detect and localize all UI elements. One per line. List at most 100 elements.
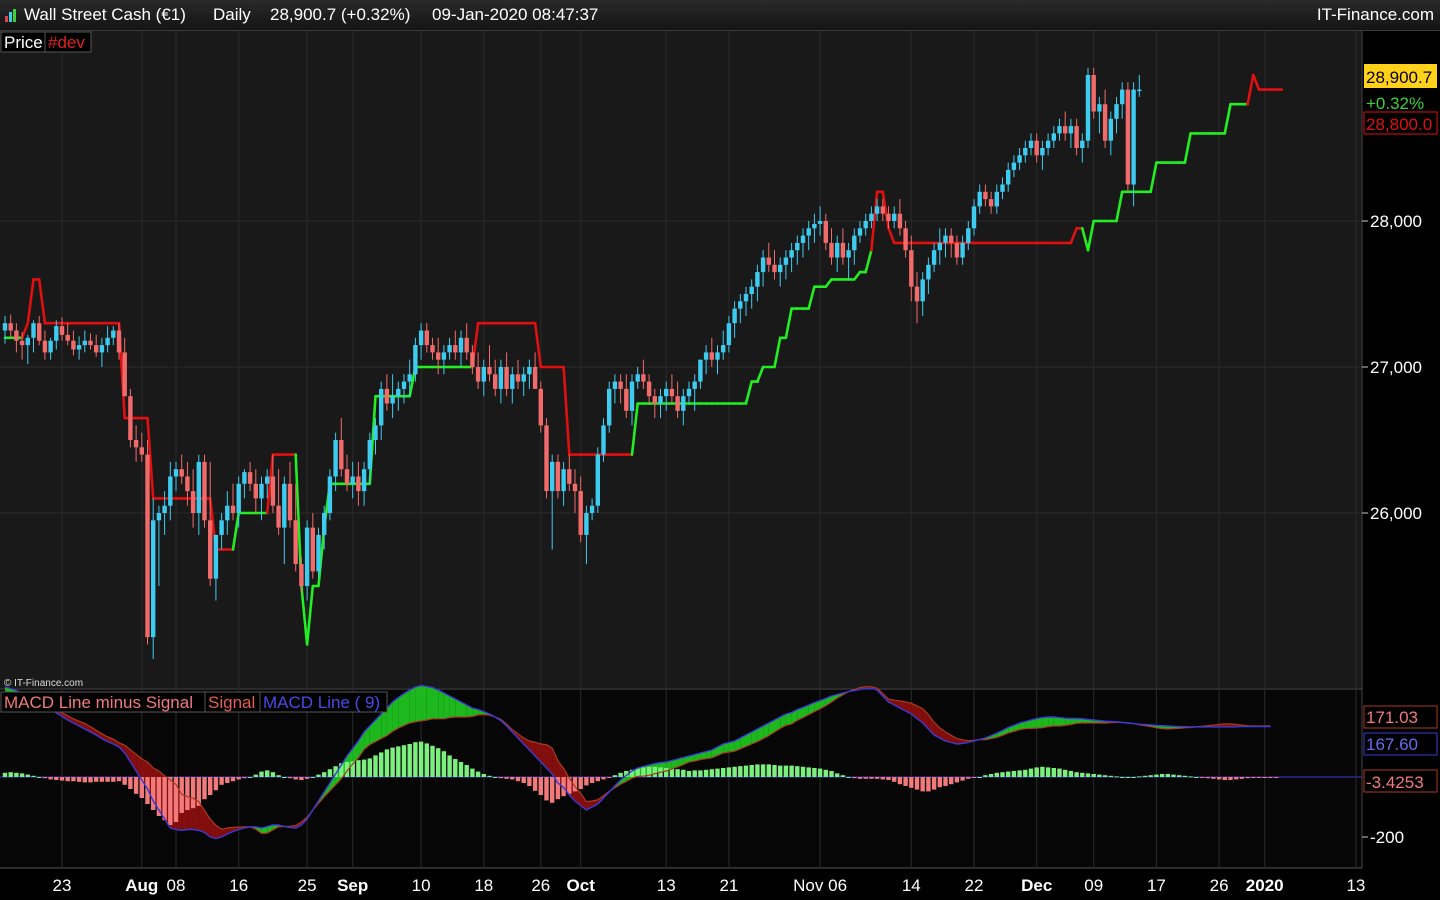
histogram-bar <box>909 777 914 788</box>
legend-price: Price <box>4 33 43 52</box>
histogram-bar <box>247 777 253 778</box>
candle-body <box>738 301 743 309</box>
price-legend: Price #dev <box>0 31 92 53</box>
histogram-bar <box>943 777 948 786</box>
histogram-bar <box>270 772 276 777</box>
candle-body <box>133 440 139 448</box>
histogram-bar <box>1268 777 1273 778</box>
histogram-bar <box>1114 776 1119 778</box>
histogram-bar <box>892 777 897 782</box>
candle-body <box>527 367 532 375</box>
candle-body <box>401 381 407 389</box>
candle-body <box>1057 126 1062 134</box>
histogram-bar <box>65 777 70 782</box>
histogram-bar <box>441 751 447 777</box>
candle-body <box>812 223 817 229</box>
last-price-badge-text: 28,900.7 <box>1366 68 1432 87</box>
histogram-bar <box>988 774 994 777</box>
histogram-bar <box>293 777 298 780</box>
x-tick-label: 22 <box>965 876 984 895</box>
histogram-bar <box>886 777 891 780</box>
histogram-bar <box>1011 771 1017 777</box>
candle-body <box>550 461 555 492</box>
candle-body <box>612 381 618 389</box>
candle-body <box>1040 148 1045 156</box>
candle-body <box>441 352 447 360</box>
histogram-bar <box>926 777 931 792</box>
histogram-bar <box>327 769 333 777</box>
candle-body <box>156 513 162 521</box>
candle-body <box>664 388 669 397</box>
histogram-bar <box>977 777 982 778</box>
histogram-bar <box>698 770 703 777</box>
candle-body <box>561 469 566 492</box>
candle-body <box>635 374 640 382</box>
macd-cloud-segment <box>443 693 450 719</box>
x-tick-label: 14 <box>902 876 921 895</box>
candle-body <box>658 396 663 404</box>
histogram-bar <box>738 766 743 777</box>
candle-body <box>652 396 657 404</box>
candle-body <box>669 388 675 397</box>
histogram-bar <box>1273 777 1279 778</box>
histogram-bar <box>122 777 127 785</box>
histogram-bar <box>1068 771 1074 777</box>
x-tick-label: 09 <box>1084 876 1103 895</box>
histogram-bar <box>464 765 469 777</box>
candle-body <box>1085 75 1091 141</box>
histogram-bar <box>612 775 618 777</box>
histogram-bar <box>88 777 93 783</box>
candle-body <box>584 513 589 535</box>
histogram-bar <box>1194 777 1199 778</box>
histogram-bar <box>82 777 87 783</box>
change-badge-text: +0.32% <box>1366 94 1424 113</box>
price-tick-label: 27,000 <box>1370 358 1422 377</box>
candle-body <box>65 334 70 341</box>
candle-body <box>692 381 697 389</box>
histogram-bar <box>966 777 971 779</box>
candle-body <box>510 374 515 389</box>
chart-canvas[interactable]: 26,000 27,000 28,000 -200 23 Aug 08 16 25 Sep 10 1… <box>0 0 1440 900</box>
candle-body <box>646 381 652 397</box>
histogram-bar <box>743 765 749 777</box>
histogram-bar <box>749 765 754 777</box>
candle-body <box>202 461 207 521</box>
x-tick-label: 10 <box>412 876 431 895</box>
histogram-bar <box>960 777 965 781</box>
candle-body <box>418 330 424 346</box>
candle-body <box>25 337 30 346</box>
histogram-bar <box>379 752 384 777</box>
candle-body <box>1023 148 1028 156</box>
candle-body <box>914 286 920 302</box>
histogram-bar <box>59 777 65 781</box>
histogram-bar <box>732 766 737 777</box>
histogram-bar <box>265 770 270 777</box>
x-tick-label: Sep <box>337 876 368 895</box>
candle-body <box>367 440 372 470</box>
candle-body <box>544 425 549 492</box>
candle-body <box>675 396 680 411</box>
candle-body <box>555 461 561 492</box>
x-tick-label: 23 <box>53 876 72 895</box>
histogram-bar <box>789 765 794 777</box>
candle-body <box>48 340 53 353</box>
x-tick-label: Aug <box>125 876 158 895</box>
candle-body <box>151 520 156 638</box>
signal-badge-text: 171.03 <box>1366 708 1418 727</box>
histogram-bar <box>766 764 771 777</box>
histogram-bar <box>25 774 30 777</box>
histogram-bar <box>242 777 247 779</box>
histogram-bar <box>225 777 230 783</box>
candle-body <box>988 199 994 207</box>
histogram-bar <box>903 777 908 786</box>
histogram-bar <box>589 777 595 783</box>
candle-body <box>59 326 65 335</box>
candle-body <box>795 242 800 251</box>
macd-cloud-segment <box>409 687 416 723</box>
candle-body <box>242 472 247 484</box>
candle-body <box>960 242 965 258</box>
histogram-bar <box>1097 774 1102 777</box>
candle-body <box>2 323 8 331</box>
candle-body <box>931 250 937 265</box>
histogram-bar <box>1171 774 1176 777</box>
